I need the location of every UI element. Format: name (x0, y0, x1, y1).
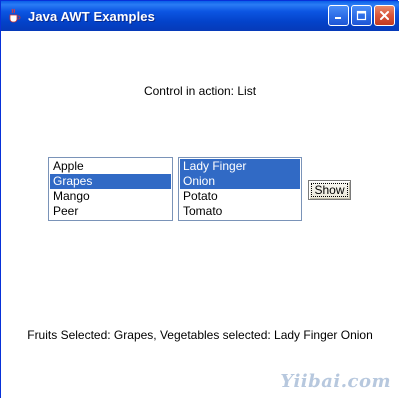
close-icon (379, 6, 390, 25)
maximize-button[interactable] (351, 5, 372, 26)
java-cup-icon (6, 8, 22, 24)
list-item-mango[interactable]: Mango (50, 189, 171, 204)
header-label: Control in action: List (143, 84, 257, 98)
fruits-list[interactable]: Apple Grapes Mango Peer (48, 157, 173, 221)
app-window: Java AWT Examples Control in action: Lis… (0, 0, 399, 398)
list-item-lady-finger[interactable]: Lady Finger (180, 159, 300, 174)
window-title: Java AWT Examples (28, 8, 155, 24)
watermark-logo: Yiibai.com (280, 371, 391, 392)
list-item-apple[interactable]: Apple (50, 159, 171, 174)
vegetables-list-items: Lady Finger Onion Potato Tomato (179, 158, 301, 219)
list-item-tomato[interactable]: Tomato (180, 204, 300, 219)
window-controls (328, 5, 395, 26)
fruits-list-items: Apple Grapes Mango Peer (49, 158, 172, 219)
selection-status-label: Fruits Selected: Grapes, Vegetables sele… (27, 328, 373, 342)
close-button[interactable] (374, 5, 395, 26)
list-item-peer[interactable]: Peer (50, 204, 171, 219)
list-item-grapes[interactable]: Grapes (50, 174, 171, 189)
vegetables-list[interactable]: Lady Finger Onion Potato Tomato (178, 157, 302, 221)
content-panel: Control in action: List Apple Grapes Man… (1, 31, 399, 398)
minimize-button[interactable] (328, 5, 349, 26)
maximize-icon (356, 6, 367, 25)
list-item-onion[interactable]: Onion (180, 174, 300, 189)
list-item-potato[interactable]: Potato (180, 189, 300, 204)
show-button[interactable]: Show (308, 180, 351, 200)
title-bar[interactable]: Java AWT Examples (1, 1, 399, 31)
minimize-icon (333, 6, 344, 25)
